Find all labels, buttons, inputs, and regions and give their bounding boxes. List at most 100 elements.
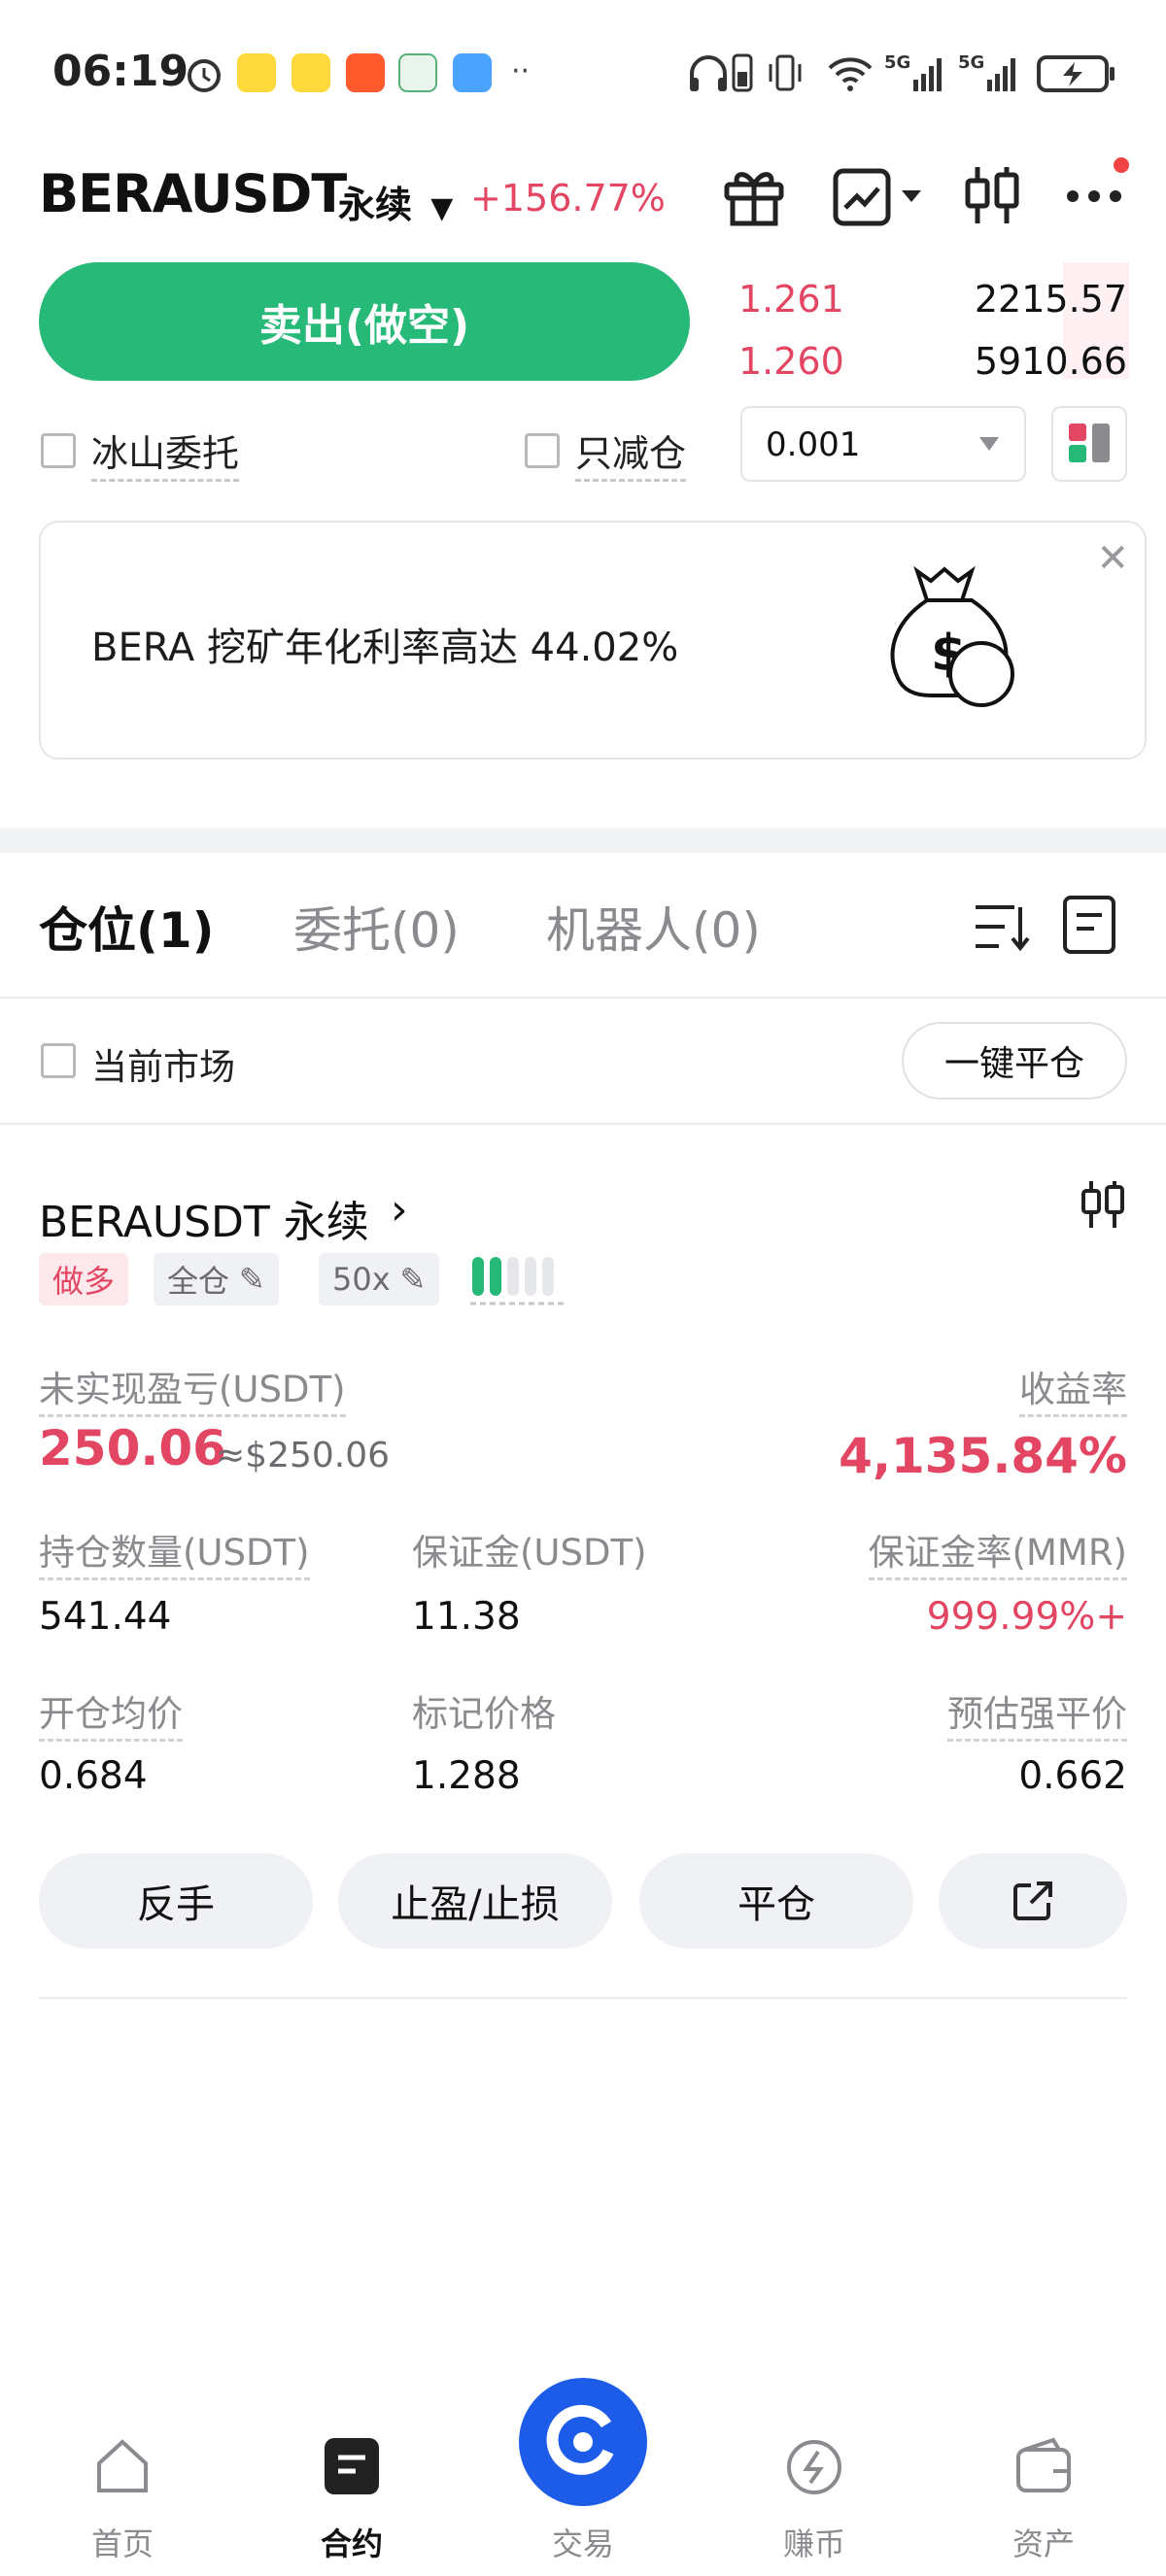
home-icon <box>97 2439 148 2492</box>
reduce-only-checkbox[interactable] <box>525 433 560 468</box>
promo-banner[interactable]: BERA 挖矿年化利率高达 44.02% $ ✕ <box>39 521 1147 760</box>
margin-mode-tag[interactable]: 全仓 ✎ <box>154 1253 279 1305</box>
promo-text: BERA 挖矿年化利率高达 44.02% <box>91 626 679 670</box>
sell-short-button[interactable]: 卖出(做空) <box>39 262 690 381</box>
divider <box>0 997 1166 999</box>
trade-button[interactable] <box>519 2378 647 2506</box>
chart-icon[interactable] <box>832 167 929 227</box>
orderbook-price: 1.261 <box>738 278 844 321</box>
orderbook-qty: 2215.57 <box>974 278 1127 321</box>
reduce-only-label[interactable]: 只减仓 <box>575 424 687 482</box>
position-size-value: 541.44 <box>39 1595 172 1639</box>
symbol-title[interactable]: BERAUSDT <box>39 163 347 224</box>
orderbook-qty: 5910.66 <box>974 340 1127 383</box>
gift-icon[interactable] <box>719 161 789 229</box>
roi-value: 4,135.84% <box>839 1428 1127 1484</box>
tpsl-button[interactable]: 止盈/止损 <box>338 1853 612 1949</box>
close-position-button[interactable]: 平仓 <box>639 1853 913 1949</box>
current-market-label[interactable]: 当前市场 <box>91 1037 235 1090</box>
precision-select[interactable]: 0.001 <box>740 406 1026 482</box>
contract-type-label: 永续 <box>338 184 413 226</box>
wallet-icon <box>1016 2437 1071 2492</box>
earn-icon <box>787 2440 841 2494</box>
clock: 06:19 <box>52 47 189 96</box>
unrealized-pnl-usd: ≈$250.06 <box>216 1436 391 1475</box>
more-notifications-icon: ·· <box>511 54 531 88</box>
orderbook-row[interactable]: 1.260 5910.66 <box>738 340 1127 389</box>
reverse-button[interactable]: 反手 <box>39 1853 313 1949</box>
battery-device-icon <box>732 53 753 92</box>
nav-label: 首页 <box>90 2525 154 2562</box>
chevron-right-icon[interactable]: › <box>391 1185 408 1235</box>
nav-trade-label[interactable]: 交易 <box>505 2520 661 2564</box>
divider <box>39 1997 1127 1999</box>
dropdown-arrow-icon <box>979 437 999 451</box>
alarm-icon <box>188 59 221 92</box>
unrealized-pnl-label[interactable]: 未实现盈亏(USDT) <box>39 1360 346 1417</box>
mark-price-value: 1.288 <box>412 1754 521 1798</box>
iceberg-checkbox[interactable] <box>41 433 76 468</box>
svg-text:5G: 5G <box>884 52 910 73</box>
iceberg-label[interactable]: 冰山委托 <box>91 424 240 482</box>
tab-positions[interactable]: 仓位(1) <box>39 892 215 962</box>
close-icon[interactable]: ✕ <box>1096 536 1129 581</box>
mmr-value: 999.99%+ <box>926 1595 1127 1639</box>
more-menu-icon[interactable] <box>1065 155 1129 233</box>
mmr-label[interactable]: 保证金率(MMR) <box>868 1523 1127 1580</box>
precision-value: 0.001 <box>766 425 861 464</box>
edit-icon: ✎ <box>399 1261 427 1298</box>
orderbook-row[interactable]: 1.261 2215.57 <box>738 278 1127 326</box>
trade-icon <box>546 2404 614 2475</box>
caret-down-icon: ▼ <box>430 191 454 225</box>
edit-icon: ✎ <box>239 1261 265 1298</box>
app-notification-icon <box>237 53 276 92</box>
margin-mode-label: 全仓 <box>167 1263 230 1300</box>
nav-contract[interactable]: 合约 <box>274 2436 429 2562</box>
leverage-tag[interactable]: 50x ✎ <box>319 1253 440 1305</box>
tab-orders[interactable]: 委托(0) <box>293 892 460 962</box>
liq-price-value: 0.662 <box>1018 1754 1127 1798</box>
app-notification-icon <box>292 53 330 92</box>
current-market-checkbox[interactable] <box>41 1043 76 1078</box>
side-tag-label: 做多 <box>52 1263 116 1300</box>
adl-indicator-icon <box>470 1257 564 1305</box>
contract-icon <box>325 2438 379 2494</box>
share-button[interactable] <box>939 1853 1127 1949</box>
nav-home[interactable]: 首页 <box>45 2436 200 2562</box>
nav-earn[interactable]: 赚币 <box>737 2436 892 2562</box>
section-divider <box>0 828 1166 853</box>
nav-assets[interactable]: 资产 <box>966 2436 1121 2562</box>
nav-label: 赚币 <box>782 2525 845 2562</box>
app-notification-icon <box>346 53 385 92</box>
battery-charging-icon <box>1037 55 1115 92</box>
side-tag: 做多 <box>39 1253 129 1305</box>
margin-value: 11.38 <box>412 1595 521 1639</box>
candlestick-icon[interactable] <box>1079 1177 1127 1232</box>
liq-price-label[interactable]: 预估强平价 <box>947 1684 1127 1742</box>
orderbook-layout-icon <box>1069 424 1110 462</box>
position-size-label[interactable]: 持仓数量(USDT) <box>39 1523 310 1580</box>
margin-label: 保证金(USDT) <box>412 1532 647 1574</box>
entry-price-label[interactable]: 开仓均价 <box>39 1684 183 1742</box>
app-notification-icon <box>398 53 437 92</box>
history-document-icon[interactable] <box>1061 894 1119 956</box>
money-bag-icon: $ <box>890 565 1014 707</box>
contract-type-selector[interactable]: 永续 ▼ <box>338 175 453 228</box>
svg-text:5G: 5G <box>958 52 984 73</box>
signal-5g-icon: 5G <box>958 52 1015 91</box>
orderbook-price: 1.260 <box>738 340 844 383</box>
candlestick-icon[interactable] <box>962 161 1022 229</box>
orderbook-layout-button[interactable] <box>1051 406 1127 482</box>
price-change: +156.77% <box>470 177 666 220</box>
tab-bots[interactable]: 机器人(0) <box>546 892 761 962</box>
status-bar: 06:19 ·· 5G 5G <box>0 0 1166 146</box>
mark-price-label: 标记价格 <box>412 1693 556 1735</box>
leverage-label: 50x <box>332 1261 391 1298</box>
signal-5g-icon: 5G <box>884 52 942 91</box>
wifi-icon <box>828 57 873 91</box>
roi-label[interactable]: 收益率 <box>1019 1360 1127 1417</box>
position-symbol[interactable]: BERAUSDT 永续 <box>39 1187 369 1249</box>
vibrate-icon <box>769 54 802 91</box>
close-all-button[interactable]: 一键平仓 <box>902 1022 1127 1100</box>
sort-icon[interactable] <box>972 899 1030 954</box>
